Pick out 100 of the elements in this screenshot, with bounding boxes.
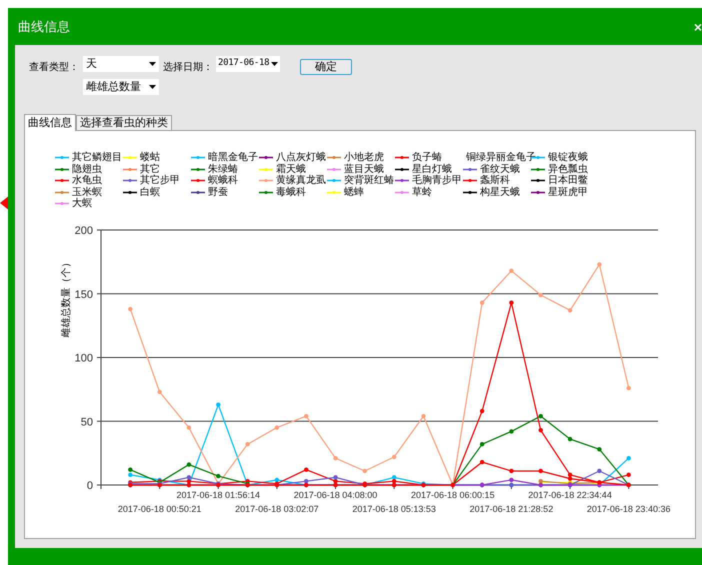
legend-label: 蝼蛄 (140, 152, 160, 164)
point (568, 472, 572, 477)
legend-label: 毛胸青步甲 (412, 175, 462, 186)
y-tick-label: 200 (74, 225, 93, 237)
point (509, 268, 514, 273)
type-select[interactable]: 天 (83, 56, 159, 72)
point (568, 436, 572, 442)
point (509, 478, 514, 482)
point (626, 472, 631, 477)
legend-label: 隐翅虫 (72, 164, 102, 174)
point (245, 442, 250, 446)
legend-label: 玉米螟 (72, 186, 102, 198)
legend-label: 螽斯科 (480, 175, 510, 186)
legend-label: 霜天蛾 (276, 164, 306, 174)
point (626, 456, 631, 460)
point (392, 475, 396, 480)
point (568, 308, 572, 313)
caret-icon (149, 62, 156, 66)
point (333, 475, 338, 480)
point (597, 468, 602, 474)
point (392, 454, 396, 460)
point (274, 425, 280, 430)
y-axis-title: 雌雄总数量（个） (61, 258, 72, 338)
point (509, 429, 514, 434)
point (480, 408, 484, 414)
legend-label: 其它 (140, 164, 160, 174)
legend-label: 黄缘真龙虱 (276, 175, 326, 186)
y-tick-label: 50 (80, 416, 93, 428)
legend-label: 蓝目天蛾 (344, 164, 384, 174)
legend-label: 野蚕 (208, 186, 228, 198)
point (128, 468, 133, 472)
point (304, 414, 308, 418)
confirm-button[interactable]: 确定 (300, 59, 352, 75)
x-tick-label: 2017-06-18 03:02:07 (235, 504, 319, 514)
legend-label: 水龟虫 (72, 175, 102, 186)
legend-label: 白螟 (140, 186, 160, 198)
legend-label: 异色瓢虫 (548, 164, 588, 174)
y-tick-label: 0 (86, 480, 93, 492)
x-tick-label: 2017-06-18 00:50:21 (118, 504, 202, 514)
point (480, 460, 484, 464)
x-tick-label: 2017-06-18 01:56:14 (176, 490, 260, 500)
measure-select[interactable]: 雌雄总数量 (83, 79, 159, 95)
point (392, 478, 396, 484)
x-tick-label: 2017-06-18 06:00:15 (411, 490, 495, 500)
legend-label: 构星天蛾 (480, 186, 520, 198)
legend-label: 小地老虎 (344, 152, 384, 164)
legend-label: 螟蛾科 (208, 175, 238, 186)
date-label: 选择日期： (163, 60, 213, 75)
type-label: 查看类型： (29, 60, 79, 75)
point (626, 386, 631, 390)
legend-label: 八点灰灯蛾 (276, 152, 326, 164)
point (333, 456, 338, 460)
x-tick-label: 2017-06-18 04:08:00 (294, 490, 378, 500)
legend-label: 突背斑红蝽 (344, 175, 394, 186)
point (304, 478, 308, 484)
point (538, 468, 543, 474)
y-tick-label: 100 (74, 352, 93, 364)
legend-label: 其它鳞翅目 (72, 152, 122, 164)
point (216, 402, 220, 407)
point (186, 425, 192, 430)
point (538, 292, 543, 298)
tab[interactable]: 选择查看虫的种类 (76, 115, 172, 130)
point (509, 300, 514, 305)
legend-label: 日本田鳖 (548, 175, 588, 186)
point (421, 414, 426, 418)
legend-label: 毒蛾科 (276, 186, 306, 198)
legend-label: 负子蝽 (412, 152, 442, 164)
tab[interactable]: 曲线信息 (24, 114, 76, 131)
point (157, 390, 162, 394)
legend-label: 铜绿异丽金龟子 (466, 152, 536, 164)
legend-label: 星白灯蛾 (412, 164, 452, 174)
legend-label: 其它步甲 (140, 175, 180, 186)
caret-icon (271, 62, 278, 66)
x-tick-label: 2017-06-18 21:28:52 (470, 504, 554, 514)
legend-label: 蟋蟀 (344, 186, 364, 198)
legend-label: 银锭夜蛾 (548, 152, 588, 164)
x-tick-label: 2017-06-18 05:13:53 (352, 504, 436, 514)
point (128, 472, 133, 477)
legend-label: 雀纹天蛾 (480, 164, 520, 174)
legend-label: 朱绿蝽 (208, 164, 238, 174)
point (186, 462, 192, 467)
point (509, 468, 514, 474)
legend-label: 草蛉 (412, 186, 432, 198)
point (186, 475, 192, 480)
point (480, 442, 484, 446)
x-tick-label: 2017-06-18 23:40:36 (586, 504, 670, 514)
point (128, 306, 133, 312)
point (538, 428, 543, 432)
point (480, 300, 484, 305)
date-select[interactable]: 2017-06-18 (216, 56, 280, 72)
legend-label: 暗黑金龟子 (208, 152, 258, 164)
point (304, 468, 308, 472)
x-tick-label: 2017-06-18 22:34:44 (528, 490, 612, 500)
close-button[interactable]: × (694, 20, 702, 34)
legend-label: 星斑虎甲 (548, 186, 588, 198)
point (597, 262, 602, 267)
point (568, 476, 572, 481)
point (538, 414, 543, 418)
point (597, 447, 602, 452)
point (362, 468, 368, 474)
